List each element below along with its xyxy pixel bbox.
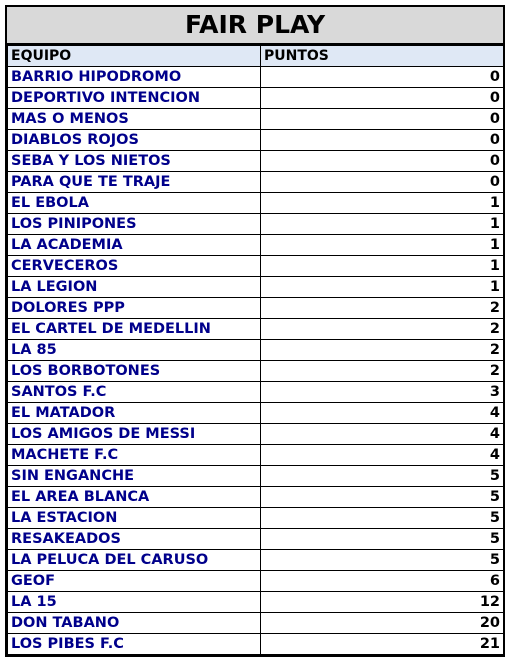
column-header-team: EQUIPO bbox=[7, 45, 261, 67]
team-name-cell: LOS PINIPONES bbox=[7, 213, 261, 235]
points-cell: 4 bbox=[260, 402, 504, 424]
points-cell: 1 bbox=[260, 276, 504, 298]
points-cell: 3 bbox=[260, 381, 504, 403]
points-cell: 4 bbox=[260, 444, 504, 466]
points-cell: 5 bbox=[260, 549, 504, 571]
points-cell: 2 bbox=[260, 360, 504, 382]
table-row: LA 15 12 bbox=[7, 591, 504, 613]
table-row: LA 85 2 bbox=[7, 339, 504, 361]
table-row: LA ACADEMIA 1 bbox=[7, 234, 504, 256]
table-row: EL AREA BLANCA 5 bbox=[7, 486, 504, 508]
table-row: EL MATADOR 4 bbox=[7, 402, 504, 424]
table-row: DEPORTIVO INTENCION 0 bbox=[7, 87, 504, 109]
points-cell: 5 bbox=[260, 486, 504, 508]
table-row: DIABLOS ROJOS 0 bbox=[7, 129, 504, 151]
points-cell: 5 bbox=[260, 507, 504, 529]
table-row: CERVECEROS 1 bbox=[7, 255, 504, 277]
table-row: EL CARTEL DE MEDELLIN 2 bbox=[7, 318, 504, 340]
team-name-cell: BARRIO HIPODROMO bbox=[7, 66, 261, 88]
points-cell: 1 bbox=[260, 234, 504, 256]
points-cell: 21 bbox=[260, 633, 504, 655]
table-row: LOS PIBES F.C 21 bbox=[7, 633, 504, 655]
team-name-cell: SIN ENGANCHE bbox=[7, 465, 261, 487]
points-cell: 1 bbox=[260, 213, 504, 235]
table-row: SIN ENGANCHE 5 bbox=[7, 465, 504, 487]
fair-play-sheet: FAIR PLAY EQUIPO PUNTOS BARRIO HIPODROMO… bbox=[5, 5, 505, 657]
team-name-cell: LOS AMIGOS DE MESSI bbox=[7, 423, 261, 445]
table-row: MACHETE F.C 4 bbox=[7, 444, 504, 466]
team-name-cell: RESAKEADOS bbox=[7, 528, 261, 550]
team-name-cell: CERVECEROS bbox=[7, 255, 261, 277]
standings-table: EQUIPO PUNTOS BARRIO HIPODROMO 0 DEPORTIVO… bbox=[7, 45, 504, 655]
team-name-cell: LA 85 bbox=[7, 339, 261, 361]
table-row: EL EBOLA 1 bbox=[7, 192, 504, 214]
points-cell: 0 bbox=[260, 87, 504, 109]
table-header-row: EQUIPO PUNTOS bbox=[7, 45, 504, 67]
table-row: RESAKEADOS 5 bbox=[7, 528, 504, 550]
team-name-cell: EL CARTEL DE MEDELLIN bbox=[7, 318, 261, 340]
team-name-cell: LA ESTACION bbox=[7, 507, 261, 529]
points-cell: 5 bbox=[260, 465, 504, 487]
team-name-cell: PARA QUE TE TRAJE bbox=[7, 171, 261, 193]
table-row: LA ESTACION 5 bbox=[7, 507, 504, 529]
team-name-cell: DIABLOS ROJOS bbox=[7, 129, 261, 151]
table-row: BARRIO HIPODROMO 0 bbox=[7, 66, 504, 88]
table-row: LOS AMIGOS DE MESSI 4 bbox=[7, 423, 504, 445]
team-name-cell: EL MATADOR bbox=[7, 402, 261, 424]
points-cell: 0 bbox=[260, 150, 504, 172]
table-row: PARA QUE TE TRAJE 0 bbox=[7, 171, 504, 193]
sheet-title: FAIR PLAY bbox=[7, 7, 503, 45]
points-cell: 6 bbox=[260, 570, 504, 592]
team-name-cell: LA PELUCA DEL CARUSO bbox=[7, 549, 261, 571]
team-name-cell: GEOF bbox=[7, 570, 261, 592]
team-name-cell: EL EBOLA bbox=[7, 192, 261, 214]
points-cell: 0 bbox=[260, 171, 504, 193]
table-row: LA PELUCA DEL CARUSO 5 bbox=[7, 549, 504, 571]
points-cell: 5 bbox=[260, 528, 504, 550]
points-cell: 1 bbox=[260, 255, 504, 277]
points-cell: 4 bbox=[260, 423, 504, 445]
team-name-cell: MAS O MENOS bbox=[7, 108, 261, 130]
team-name-cell: EL AREA BLANCA bbox=[7, 486, 261, 508]
table-row: DON TABANO 20 bbox=[7, 612, 504, 634]
points-cell: 2 bbox=[260, 318, 504, 340]
team-name-cell: DON TABANO bbox=[7, 612, 261, 634]
table-row: LOS BORBOTONES 2 bbox=[7, 360, 504, 382]
team-name-cell: DOLORES PPP bbox=[7, 297, 261, 319]
table-row: LOS PINIPONES 1 bbox=[7, 213, 504, 235]
points-cell: 20 bbox=[260, 612, 504, 634]
points-cell: 0 bbox=[260, 129, 504, 151]
team-name-cell: LA 15 bbox=[7, 591, 261, 613]
points-cell: 0 bbox=[260, 66, 504, 88]
table-row: SANTOS F.C 3 bbox=[7, 381, 504, 403]
team-name-cell: SANTOS F.C bbox=[7, 381, 261, 403]
points-cell: 12 bbox=[260, 591, 504, 613]
team-name-cell: MACHETE F.C bbox=[7, 444, 261, 466]
column-header-points: PUNTOS bbox=[260, 45, 504, 67]
table-row: GEOF 6 bbox=[7, 570, 504, 592]
team-name-cell: LOS BORBOTONES bbox=[7, 360, 261, 382]
table-row: LA LEGION 1 bbox=[7, 276, 504, 298]
points-cell: 2 bbox=[260, 297, 504, 319]
table-row: MAS O MENOS 0 bbox=[7, 108, 504, 130]
team-name-cell: LOS PIBES F.C bbox=[7, 633, 261, 655]
table-row: DOLORES PPP 2 bbox=[7, 297, 504, 319]
team-name-cell: SEBA Y LOS NIETOS bbox=[7, 150, 261, 172]
team-name-cell: LA ACADEMIA bbox=[7, 234, 261, 256]
points-cell: 0 bbox=[260, 108, 504, 130]
team-name-cell: LA LEGION bbox=[7, 276, 261, 298]
points-cell: 1 bbox=[260, 192, 504, 214]
table-row: SEBA Y LOS NIETOS 0 bbox=[7, 150, 504, 172]
points-cell: 2 bbox=[260, 339, 504, 361]
team-name-cell: DEPORTIVO INTENCION bbox=[7, 87, 261, 109]
